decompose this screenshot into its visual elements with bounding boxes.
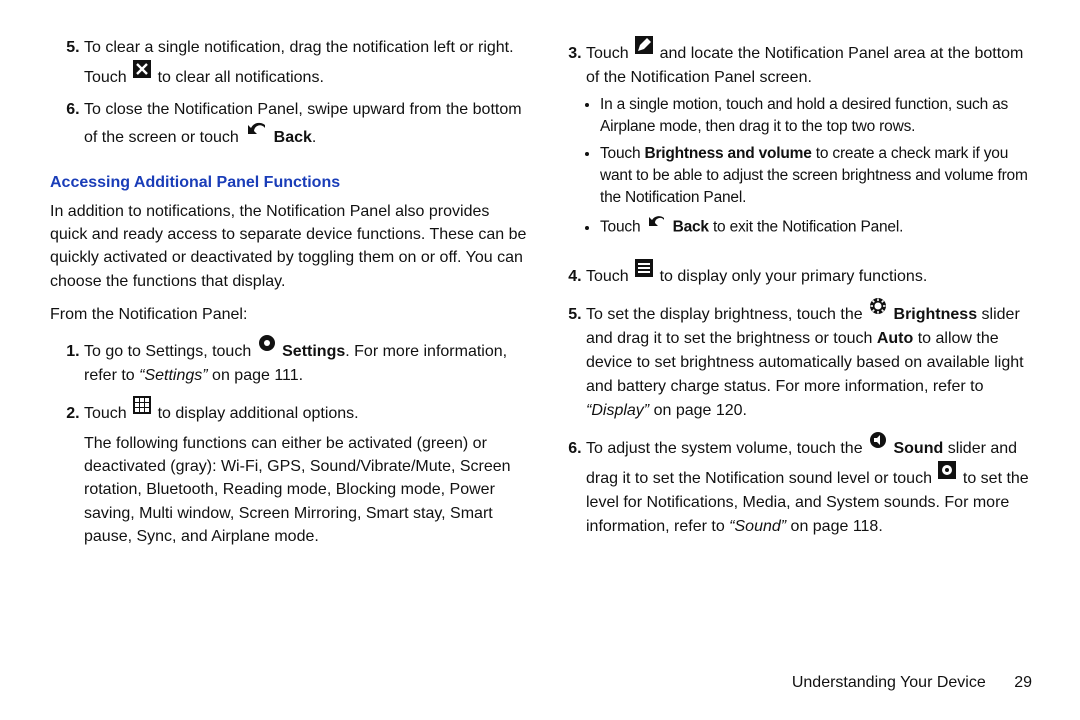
page-footer: Understanding Your Device 29 xyxy=(792,674,1032,692)
pencil-icon xyxy=(635,36,653,62)
bullet-item: Touch Brightness and volume to create a … xyxy=(600,143,1030,214)
footer-section: Understanding Your Device xyxy=(792,674,986,691)
brightness-icon xyxy=(869,297,887,323)
close-x-icon xyxy=(133,60,151,86)
intro-paragraph: In addition to notifications, the Notifi… xyxy=(50,200,528,293)
list-item: Touch to display only your primary funct… xyxy=(586,259,1030,297)
menu-lines-icon xyxy=(635,259,653,285)
right-column: Touch and locate the Notification Panel … xyxy=(540,36,1042,562)
section-heading: Accessing Additional Panel Functions xyxy=(50,174,528,192)
footer-page-number: 29 xyxy=(1014,674,1032,691)
continued-list-right: Touch and locate the Notification Panel … xyxy=(552,36,1030,547)
bullet-item: In a single motion, touch and hold a des… xyxy=(600,94,1030,143)
list-item: To close the Notification Panel, swipe u… xyxy=(84,98,528,158)
list-item: Touch to display additional options. The… xyxy=(84,396,528,562)
left-column: To clear a single notification, drag the… xyxy=(38,36,540,562)
back-label: Back xyxy=(274,129,312,146)
gear-icon xyxy=(938,461,956,487)
list-item: To clear a single notification, drag the… xyxy=(84,36,528,98)
back-arrow-icon xyxy=(245,122,267,146)
sub-bullets: In a single motion, touch and hold a des… xyxy=(586,94,1030,245)
list-item: Touch and locate the Notification Panel … xyxy=(586,36,1030,259)
functions-paragraph: The following functions can either be ac… xyxy=(84,432,528,548)
gear-icon xyxy=(258,334,276,360)
list-item: To go to Settings, touch Settings. For m… xyxy=(84,334,528,396)
lead-in-text: From the Notification Panel: xyxy=(50,303,528,326)
sound-icon xyxy=(869,431,887,457)
list-item: To set the display brightness, touch the… xyxy=(586,297,1030,431)
step5-text-b: to clear all notifications. xyxy=(158,69,324,86)
bullet-item: Touch Back to exit the Notification Pane… xyxy=(600,214,1030,244)
back-arrow-icon xyxy=(646,214,666,236)
subprocedure-list: To go to Settings, touch Settings. For m… xyxy=(50,334,528,562)
continued-list-left: To clear a single notification, drag the… xyxy=(50,36,528,158)
list-item: To adjust the system volume, touch the S… xyxy=(586,431,1030,547)
grid-icon xyxy=(133,396,151,422)
